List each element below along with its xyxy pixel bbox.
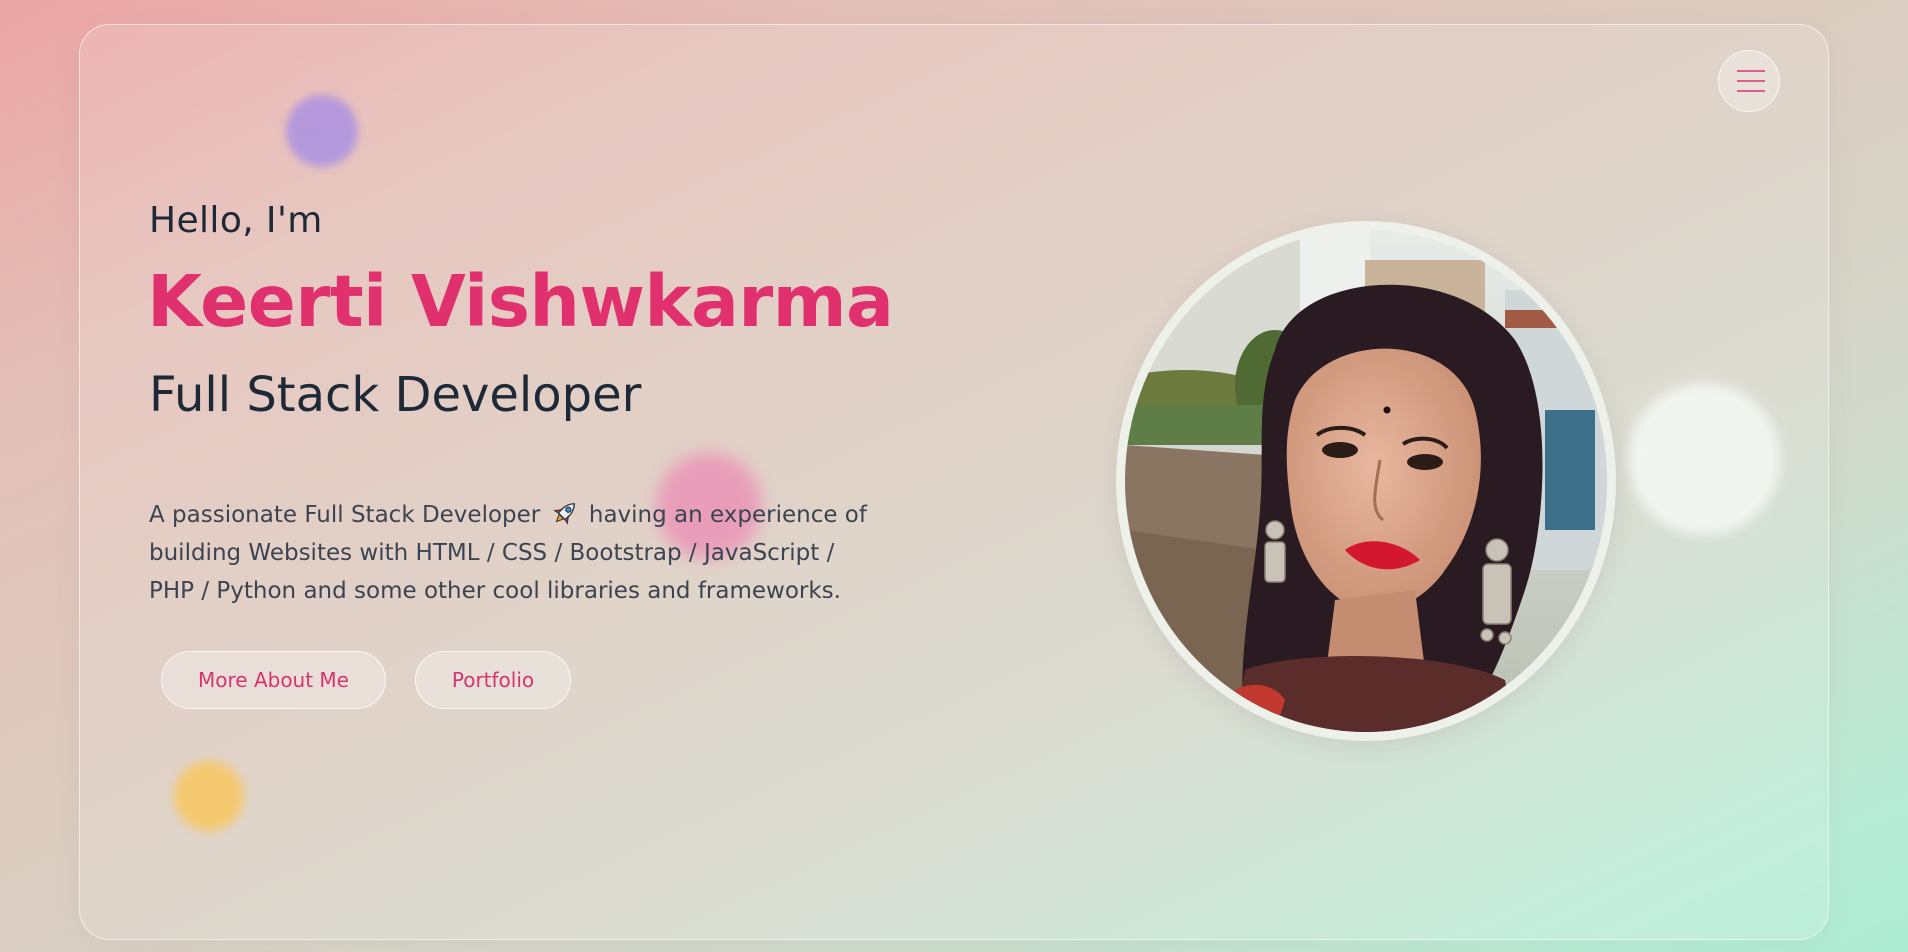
decorative-white-blob: [1628, 383, 1780, 535]
portfolio-button[interactable]: Portfolio: [415, 651, 571, 709]
profile-photo: [1116, 221, 1616, 741]
hero-name: Keerti Vishwkarma: [147, 260, 894, 343]
intro-line-1-end: having an experience of: [588, 502, 867, 528]
intro-paragraph: A passionate Full Stack Developer having…: [149, 496, 949, 610]
more-about-me-button[interactable]: More About Me: [161, 651, 386, 709]
greeting-text: Hello, I'm: [149, 200, 323, 241]
intro-line-3: PHP / Python and some other cool librari…: [149, 578, 841, 604]
menu-button[interactable]: [1718, 50, 1780, 112]
intro-line-1-start: A passionate Full Stack Developer: [149, 502, 541, 528]
rocket-emoji-icon: [552, 503, 575, 525]
decorative-yellow-blob: [174, 761, 244, 831]
hero-card: Hello, I'm Keerti Vishwkarma Full Stack …: [79, 24, 1829, 940]
intro-line-1: A passionate Full Stack Developer having…: [149, 496, 949, 534]
hero-role: Full Stack Developer: [149, 367, 642, 423]
decorative-purple-blob: [286, 95, 358, 167]
hamburger-menu-icon: [1737, 70, 1765, 92]
intro-line-2: building Websites with HTML / CSS / Boot…: [149, 540, 835, 566]
